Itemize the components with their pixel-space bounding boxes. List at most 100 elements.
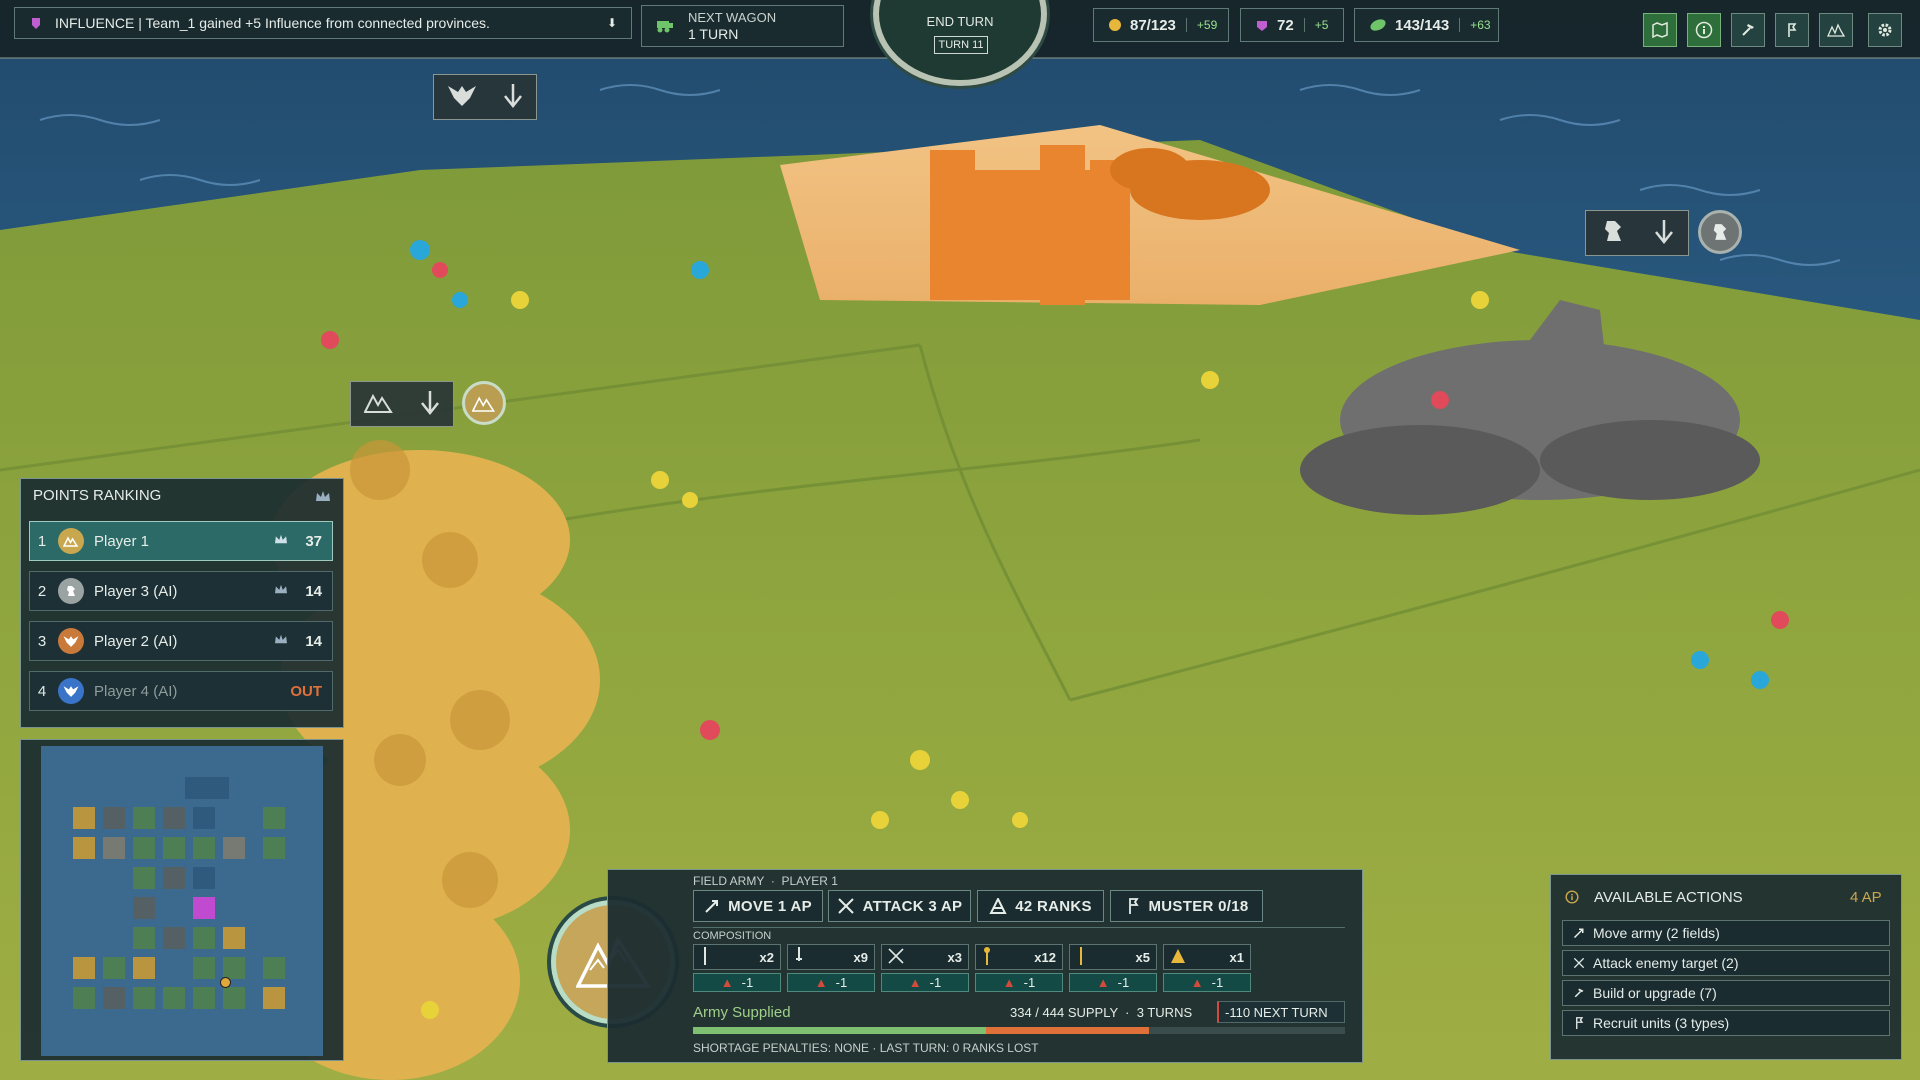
unit-change: -1 [741, 975, 754, 990]
minimap-tile [193, 957, 215, 979]
ranking-row-player-1[interactable]: 1 Player 1 37 [29, 521, 333, 561]
unit-count: x1 [1229, 949, 1244, 965]
supply-amount: 334 / 444 SUPPLY · 3 TURNS [1010, 1005, 1193, 1020]
chevron-down-icon[interactable]: ⬇ [607, 16, 617, 30]
action-attack-enemy[interactable]: Attack enemy target (2) [1562, 950, 1890, 976]
hammer-icon [1574, 988, 1584, 998]
minimap-tile [163, 867, 185, 889]
crown-icon [274, 532, 288, 550]
action-build-upgrade[interactable]: Build or upgrade (7) [1562, 980, 1890, 1006]
eagle-crest-icon [447, 82, 477, 113]
ranks-label: 42 RANKS [1015, 897, 1092, 915]
unit-slot-camp[interactable]: x1 ▲ -1 [1163, 944, 1251, 994]
supply-turns: 3 TURNS [1136, 1005, 1193, 1020]
ranks-button[interactable]: 42 RANKS [977, 890, 1104, 922]
unit-count: x3 [947, 949, 962, 965]
influence-value: 72 [1277, 16, 1294, 34]
resource-influence[interactable]: 72 +5 [1240, 8, 1344, 42]
lion-crest-icon [58, 578, 84, 604]
move-action-button[interactable]: MOVE 1 AP [693, 890, 823, 922]
minimap-tile [193, 987, 215, 1009]
info-icon [1565, 890, 1579, 909]
gear-icon[interactable] [1868, 13, 1902, 47]
army-header: FIELD ARMY · PLAYER 1 [693, 874, 838, 888]
minimap-tile [133, 987, 155, 1009]
action-recruit-units[interactable]: Recruit units (3 types) [1562, 1010, 1890, 1036]
ranking-row-player-2[interactable]: 3 Player 2 (AI) 14 [29, 621, 333, 661]
player-points: 14 [305, 632, 322, 650]
resource-food[interactable]: 143/143 +63 [1354, 8, 1499, 42]
supply-next-turn-value: -110 NEXT TURN [1225, 1004, 1328, 1020]
lion-faction-marker[interactable] [1698, 210, 1742, 254]
recruit-icon [1576, 1017, 1584, 1029]
swordsman-icon [794, 946, 804, 968]
map-icon[interactable] [1643, 13, 1677, 47]
crossed-swords-icon [888, 947, 904, 967]
army-divider [693, 927, 1345, 928]
minimap-tile [223, 957, 245, 979]
unit-slot-banner[interactable]: x5 ▲ -1 [1069, 944, 1157, 994]
info-icon[interactable] [1687, 13, 1721, 47]
action-move-army[interactable]: Move army (2 fields) [1562, 920, 1890, 946]
minimap[interactable] [20, 739, 344, 1061]
food-icon [1369, 18, 1387, 32]
eagle-crest-icon [58, 628, 84, 654]
unit-change: -1 [929, 975, 942, 990]
ranking-row-player-4[interactable]: 4 Player 4 (AI) OUT [29, 671, 333, 711]
lion-crest-icon [1599, 217, 1627, 250]
next-wagon-panel[interactable]: NEXT WAGON 1 TURN [641, 5, 844, 47]
minimap-tile [193, 897, 215, 919]
influence-icon [29, 16, 43, 30]
attack-icon [1573, 957, 1585, 969]
minimap-tile [133, 807, 155, 829]
action-label: Build or upgrade (7) [1593, 985, 1717, 1001]
enemy-army-badge-lion[interactable] [1585, 210, 1689, 256]
wagon-title: NEXT WAGON [688, 10, 777, 25]
unit-slot-crossed-swords[interactable]: x3 ▲ -1 [881, 944, 969, 994]
minimap-tile [163, 987, 185, 1009]
minimap-tile [193, 807, 215, 829]
mountain-crest-icon [58, 528, 84, 554]
ranking-title: POINTS RANKING [33, 487, 162, 504]
food-value: 143/143 [1395, 16, 1450, 34]
muster-button[interactable]: MUSTER 0/18 [1110, 890, 1263, 922]
influence-gain: +5 [1303, 18, 1328, 32]
unit-count: x12 [1034, 949, 1056, 965]
minimap-tile [223, 837, 245, 859]
unit-loss-marker-icon: ▲ [720, 975, 734, 990]
notification-bar[interactable]: INFLUENCE | Team_1 gained +5 Influence f… [14, 7, 632, 39]
minimap-tile [133, 867, 155, 889]
mountain-crest-icon [362, 390, 394, 419]
minimap-tile [133, 957, 155, 979]
gold-coin-icon [1108, 18, 1122, 32]
minimap-tile [103, 987, 125, 1009]
torch-icon [982, 946, 992, 968]
minimap-tile [193, 837, 215, 859]
composition-label: COMPOSITION [693, 930, 772, 942]
hammer-icon[interactable] [1731, 13, 1765, 47]
army-down-arrow-icon [419, 389, 441, 420]
rank-number: 4 [37, 682, 47, 700]
recruit-icon[interactable] [1775, 13, 1809, 47]
attack-action-button[interactable]: ATTACK 3 AP [828, 890, 971, 922]
unit-slot-spearman[interactable]: x2 ▲ -1 [693, 944, 781, 994]
end-turn-label: END TURN [926, 14, 994, 29]
minimap-tile [163, 837, 185, 859]
unit-slot-swordsman[interactable]: x9 ▲ -1 [787, 944, 875, 994]
enemy-army-badge-eagle[interactable] [433, 74, 537, 120]
minimap-tile [103, 837, 125, 859]
player-army-badge[interactable] [350, 381, 454, 427]
player-faction-marker[interactable] [462, 381, 506, 425]
banner-icon [1076, 946, 1086, 968]
supply-bar [693, 1027, 1345, 1034]
mountain-crest-icon [472, 396, 496, 412]
crown-icon [315, 489, 331, 508]
ranking-row-player-3[interactable]: 2 Player 3 (AI) 14 [29, 571, 333, 611]
player-name: Player 3 (AI) [94, 582, 178, 600]
unit-slot-torch[interactable]: x12 ▲ -1 [975, 944, 1063, 994]
minimap-tile [73, 807, 95, 829]
unit-loss-marker-icon: ▲ [1190, 975, 1204, 990]
supply-bar-upkeep [986, 1027, 1149, 1034]
resource-gold[interactable]: 87/123 +59 [1093, 8, 1229, 42]
army-icon[interactable] [1819, 13, 1853, 47]
